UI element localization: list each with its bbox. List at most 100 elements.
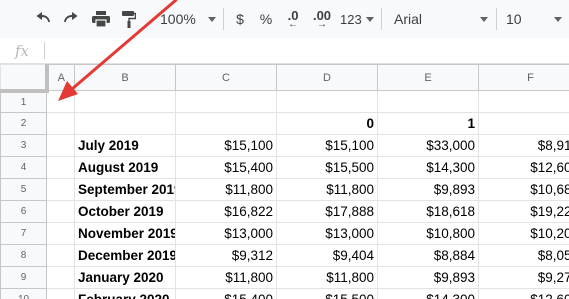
cell[interactable]: October 2019	[74, 200, 176, 223]
column-header-d[interactable]: D	[276, 64, 378, 91]
select-all-corner[interactable]	[0, 64, 49, 93]
cell[interactable]: $8,055	[478, 244, 569, 267]
cell[interactable]	[46, 244, 75, 267]
cell[interactable]: $11,800	[175, 178, 277, 201]
cell[interactable]: 2	[478, 112, 569, 135]
table-row: 9 January 2020 $11,800 $11,800 $9,893 $9…	[0, 266, 569, 289]
cell[interactable]: $11,800	[276, 178, 378, 201]
increase-decimal-button[interactable]: .00 →	[308, 6, 336, 32]
cell[interactable]	[478, 90, 569, 113]
cell[interactable]: $11,800	[276, 266, 378, 289]
paint-format-button[interactable]	[116, 6, 142, 32]
redo-button[interactable]	[58, 6, 84, 32]
cell[interactable]: $9,404	[276, 244, 378, 267]
cell[interactable]	[46, 222, 75, 245]
column-header-f[interactable]: F	[478, 64, 569, 91]
row-header[interactable]: 5	[0, 178, 47, 201]
font-size-value: 10	[506, 11, 522, 27]
cell[interactable]	[46, 90, 75, 113]
fx-label: fx	[14, 41, 29, 60]
cell[interactable]: January 2020	[74, 266, 176, 289]
cell[interactable]	[46, 112, 75, 135]
row-header[interactable]: 9	[0, 266, 47, 289]
cell[interactable]	[46, 134, 75, 157]
cell[interactable]: July 2019	[74, 134, 176, 157]
toolbar-divider	[381, 8, 382, 30]
row-header[interactable]: 6	[0, 200, 47, 223]
font-size-select[interactable]: 10	[506, 6, 562, 32]
cell[interactable]	[46, 156, 75, 179]
chevron-down-icon	[480, 16, 488, 22]
decrease-decimal-button[interactable]: .0 ←	[282, 6, 304, 32]
column-header-a[interactable]: A	[46, 64, 75, 91]
cell[interactable]	[74, 112, 176, 135]
cell[interactable]: $13,000	[175, 222, 277, 245]
row-header[interactable]: 4	[0, 156, 47, 179]
cell[interactable]: $8,918	[478, 134, 569, 157]
cell[interactable]: $19,222	[478, 200, 569, 223]
toolbar: 100% $ % .0 ← .00 → 123 Arial 10	[0, 0, 569, 39]
cell[interactable]: $15,400	[175, 288, 277, 299]
cell[interactable]	[46, 266, 75, 289]
cell[interactable]: $8,884	[377, 244, 479, 267]
cell[interactable]: $9,893	[377, 178, 479, 201]
cell[interactable]: February 2020	[74, 288, 176, 299]
cell[interactable]: $15,500	[276, 288, 378, 299]
cell[interactable]: $9,312	[175, 244, 277, 267]
column-header-b[interactable]: B	[74, 64, 176, 91]
cell[interactable]: $12,600	[478, 288, 569, 299]
cell[interactable]	[46, 178, 75, 201]
column-header-c[interactable]: C	[175, 64, 277, 91]
percent-format-button[interactable]: %	[256, 6, 276, 32]
cell[interactable]	[276, 90, 378, 113]
undo-button[interactable]	[30, 6, 56, 32]
formula-input[interactable]	[50, 41, 554, 62]
currency-format-button[interactable]: $	[230, 6, 250, 32]
cell[interactable]: $9,893	[377, 266, 479, 289]
cell[interactable]: December 2019	[74, 244, 176, 267]
table-row: 7 November 2019 $13,000 $13,000 $10,800 …	[0, 222, 569, 245]
cell[interactable]: $15,400	[175, 156, 277, 179]
cell[interactable]: September 2019	[74, 178, 176, 201]
cell[interactable]: $14,300	[377, 156, 479, 179]
formula-divider	[44, 42, 45, 59]
cell[interactable]	[175, 90, 277, 113]
row-header[interactable]: 2	[0, 112, 47, 135]
row-header[interactable]: 3	[0, 134, 47, 157]
cell[interactable]: 1	[377, 112, 479, 135]
font-family-select[interactable]: Arial	[394, 6, 488, 32]
cell[interactable]: $14,300	[377, 288, 479, 299]
cell[interactable]: $15,500	[276, 156, 378, 179]
column-header-e[interactable]: E	[377, 64, 479, 91]
row-header[interactable]: 10	[0, 288, 47, 299]
cell[interactable]: $33,000	[377, 134, 479, 157]
paint-format-icon	[122, 10, 136, 28]
print-button[interactable]	[88, 6, 114, 32]
cell[interactable]: $17,888	[276, 200, 378, 223]
cell[interactable]: $15,100	[175, 134, 277, 157]
cell[interactable]: $13,000	[276, 222, 378, 245]
table-row: 8 December 2019 $9,312 $9,404 $8,884 $8,…	[0, 244, 569, 267]
cell[interactable]	[46, 288, 75, 299]
more-formats-button[interactable]: 123	[340, 6, 374, 32]
cell[interactable]: 0	[276, 112, 378, 135]
cell[interactable]	[175, 112, 277, 135]
row-header[interactable]: 1	[0, 90, 47, 113]
cell[interactable]: November 2019	[74, 222, 176, 245]
cell[interactable]: $11,800	[175, 266, 277, 289]
cell[interactable]: August 2019	[74, 156, 176, 179]
cell[interactable]: $15,100	[276, 134, 378, 157]
cell[interactable]	[46, 200, 75, 223]
cell[interactable]: $12,600	[478, 156, 569, 179]
cell[interactable]: $10,800	[377, 222, 479, 245]
cell[interactable]: $10,200	[478, 222, 569, 245]
row-header[interactable]: 8	[0, 244, 47, 267]
zoom-select[interactable]: 100%	[160, 6, 216, 32]
cell[interactable]: $9,270	[478, 266, 569, 289]
cell[interactable]: $16,822	[175, 200, 277, 223]
cell[interactable]	[74, 90, 176, 113]
cell[interactable]	[377, 90, 479, 113]
row-header[interactable]: 7	[0, 222, 47, 245]
cell[interactable]: $10,685	[478, 178, 569, 201]
cell[interactable]: $18,618	[377, 200, 479, 223]
